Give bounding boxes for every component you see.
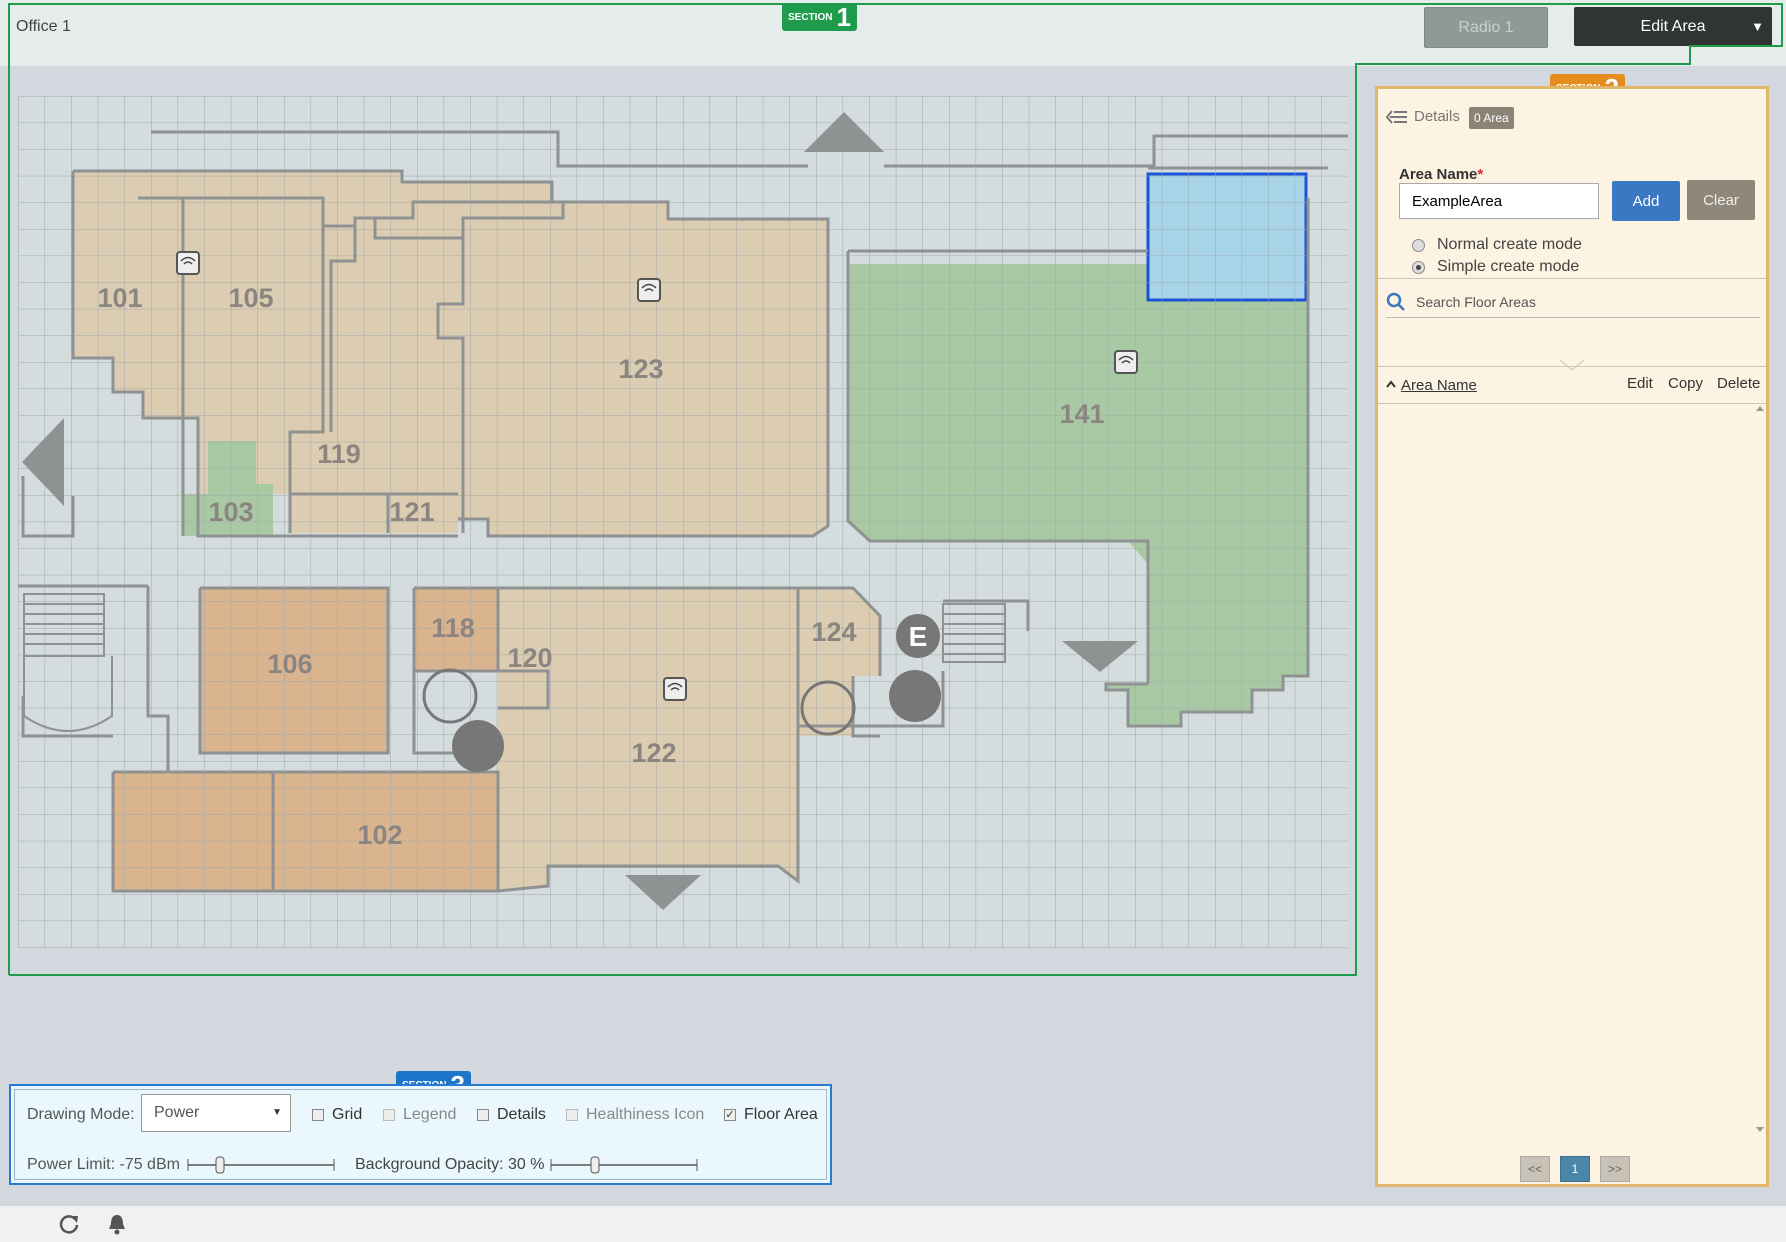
- wifi-icon: [1114, 350, 1138, 374]
- drawing-mode-select[interactable]: Power ▼: [141, 1094, 291, 1132]
- refresh-icon[interactable]: [58, 1213, 80, 1235]
- room-label: 119: [317, 439, 361, 469]
- column-edit: Edit: [1627, 375, 1653, 392]
- pagination: << 1 >>: [1520, 1156, 1630, 1182]
- wifi-icon: [637, 278, 661, 302]
- grid-checkbox[interactable]: Grid: [312, 1106, 362, 1124]
- edit-area-label: Edit Area: [1640, 17, 1706, 35]
- room-label: 124: [811, 617, 856, 647]
- bell-icon[interactable]: [106, 1213, 128, 1235]
- details-back-link[interactable]: Details: [1386, 108, 1460, 125]
- room-label: 121: [389, 497, 434, 527]
- footer-bar: [0, 1206, 1786, 1242]
- divider: [1378, 278, 1766, 279]
- section-1-badge: SECTION 1: [782, 3, 857, 31]
- room-label: 118: [431, 613, 475, 643]
- room-label: 105: [228, 283, 273, 313]
- chevron-down-icon: ▼: [272, 1107, 282, 1118]
- search-icon: [1386, 292, 1405, 311]
- sort-asc-icon[interactable]: [1385, 379, 1397, 389]
- room-label: 141: [1059, 399, 1104, 429]
- edit-area-dropdown[interactable]: Edit Area ▼: [1574, 7, 1772, 46]
- power-limit-slider[interactable]: [186, 1155, 336, 1175]
- search-input[interactable]: Search Floor Areas: [1416, 294, 1536, 310]
- radio-1-button[interactable]: Radio 1: [1424, 7, 1548, 48]
- room-label: 120: [507, 643, 552, 673]
- normal-create-mode-radio[interactable]: Normal create mode: [1412, 236, 1582, 254]
- floor-area-checkbox[interactable]: ✓ Floor Area: [724, 1106, 818, 1124]
- prev-page-button[interactable]: <<: [1520, 1156, 1550, 1182]
- area-name-input[interactable]: [1399, 183, 1599, 219]
- radio-button[interactable]: [1412, 238, 1425, 252]
- column-delete: Delete: [1717, 375, 1761, 392]
- checkmark-icon[interactable]: ✓: [724, 1109, 736, 1121]
- simple-create-mode-radio[interactable]: Simple create mode: [1412, 258, 1579, 276]
- room-label: 123: [618, 354, 663, 384]
- chevron-down-icon: ▼: [1751, 19, 1764, 34]
- room-label: 102: [357, 820, 402, 850]
- room-label: 106: [267, 649, 312, 679]
- column-copy: Copy: [1668, 375, 1704, 392]
- room-label: 103: [208, 497, 253, 527]
- background-opacity-label: Background Opacity: 30 %: [355, 1156, 545, 1173]
- wifi-icon: [663, 677, 687, 701]
- next-page-button[interactable]: >>: [1600, 1156, 1630, 1182]
- details-checkbox[interactable]: Details: [477, 1106, 546, 1124]
- floor-plan-map[interactable]: E 101 105 123 141 119 103 121 106 118 12…: [18, 96, 1348, 948]
- area-count-badge: 0 Area: [1469, 107, 1514, 129]
- radio-button-selected[interactable]: [1412, 260, 1425, 274]
- background-opacity-slider[interactable]: [549, 1155, 699, 1175]
- exit-icon: E: [909, 621, 928, 652]
- details-label: Details: [1414, 108, 1460, 125]
- wifi-icon: [176, 251, 200, 275]
- room-label: 101: [97, 283, 142, 313]
- floor-title: Office 1: [16, 18, 71, 35]
- current-page-button[interactable]: 1: [1560, 1156, 1590, 1182]
- clear-button[interactable]: Clear: [1687, 180, 1755, 220]
- power-limit-label: Power Limit: -75 dBm: [27, 1156, 180, 1173]
- search-floor-areas[interactable]: Search Floor Areas: [1386, 287, 1760, 318]
- healthiness-icon-checkbox[interactable]: Healthiness Icon: [566, 1106, 704, 1124]
- area-name-label: Area Name*: [1399, 166, 1484, 183]
- list-scrollbar[interactable]: [1755, 403, 1765, 1135]
- add-button[interactable]: Add: [1612, 181, 1680, 221]
- drawing-mode-label: Drawing Mode:: [27, 1106, 135, 1123]
- legend-checkbox[interactable]: Legend: [383, 1106, 456, 1124]
- room-label: 122: [631, 738, 676, 768]
- collapse-list-icon: [1386, 109, 1407, 124]
- column-area-name[interactable]: Area Name: [1401, 377, 1477, 394]
